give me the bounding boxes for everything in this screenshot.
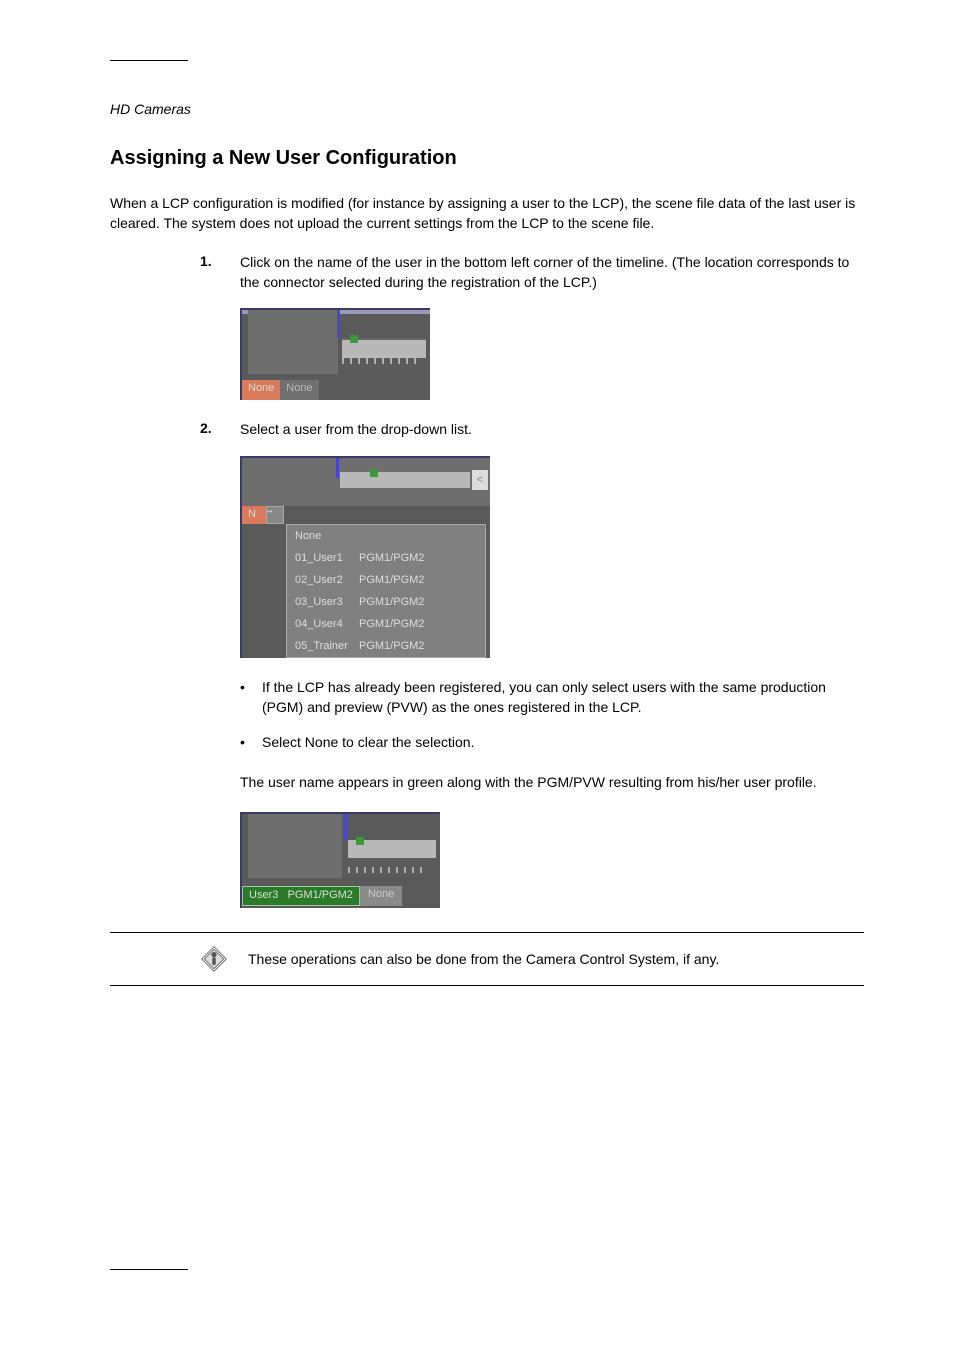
note-text: These operations can also be done from t… [248,950,719,970]
step-text: Click on the name of the user in the bot… [240,253,864,292]
dropdown-handle-icon[interactable]: •• [266,506,284,524]
user-dropdown-menu: None 01_User1PGM1/PGM2 02_User2PGM1/PGM2… [286,524,486,658]
bullet-item: • Select None to clear the selection. [240,733,864,753]
assigned-user-tag[interactable]: User3 PGM1/PGM2 [242,886,360,906]
playhead-icon [350,335,358,343]
section-heading: Assigning a New User Configuration [110,147,864,170]
user-slot-next[interactable]: None [280,380,318,400]
step-number: 1. [200,253,240,269]
playhead-icon [370,469,378,477]
dropdown-item[interactable]: 02_User2PGM1/PGM2 [287,569,485,591]
dropdown-item[interactable]: 01_User1PGM1/PGM2 [287,547,485,569]
step-text: Select a user from the drop-down list. [240,420,864,440]
bottom-rule [110,1269,188,1270]
user-slot-next[interactable]: None [360,886,402,906]
result-paragraph: The user name appears in green along wit… [240,773,864,793]
step-1: 1. Click on the name of the user in the … [200,253,864,292]
bullet-icon: • [240,733,262,753]
scroll-left-icon[interactable]: < [472,470,488,490]
dropdown-item[interactable]: 05_TrainerPGM1/PGM2 [287,635,485,657]
bullet-item: • If the LCP has already been registered… [240,678,864,717]
screenshot-user-dropdown: < N •• None 01_User1PGM1/PGM2 02_User2PG… [240,456,864,658]
step-number: 2. [200,420,240,436]
dropdown-item[interactable]: 03_User3PGM1/PGM2 [287,591,485,613]
playhead-icon [356,837,364,845]
header-subtitle: HD Cameras [110,101,864,117]
dropdown-item[interactable]: 04_User4PGM1/PGM2 [287,613,485,635]
screenshot-timeline-none: None None [240,308,864,400]
bullet-list: • If the LCP has already been registered… [240,678,864,753]
dropdown-item[interactable]: None [287,525,485,547]
user-slot-selected[interactable]: None [242,380,280,400]
step-2: 2. Select a user from the drop-down list… [200,420,864,440]
screenshot-user-assigned: User3 PGM1/PGM2 None [240,812,864,908]
user-slot-open[interactable]: N [242,506,266,524]
note-box: These operations can also be done from t… [110,932,864,986]
important-note-icon [200,945,228,973]
intro-paragraph: When a LCP configuration is modified (fo… [110,194,864,233]
top-rule [110,60,188,61]
bullet-icon: • [240,678,262,698]
